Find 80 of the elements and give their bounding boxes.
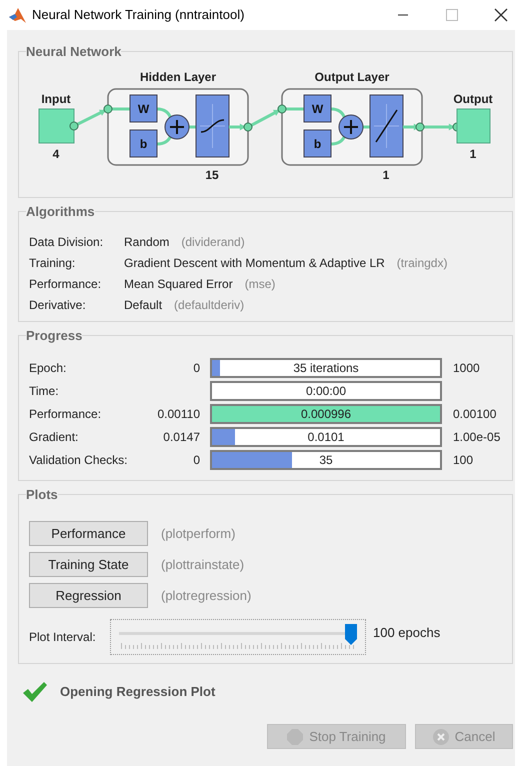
progress-reading: 0:00:00 (306, 383, 346, 400)
checkmark-icon (22, 681, 48, 703)
start-value: 0.00110 (158, 407, 200, 421)
plot-button[interactable]: Training State (29, 552, 148, 577)
group-title: Progress (26, 327, 82, 345)
plot-button[interactable]: Performance (29, 521, 148, 546)
group-title: Algorithms (26, 202, 95, 221)
connector-node (278, 104, 286, 113)
bias-label: b (140, 136, 148, 150)
layer-title: Hidden Layer (140, 70, 216, 84)
status-text: Opening Regression Plot (60, 683, 216, 702)
group-title: Plots (26, 486, 58, 504)
connector-node (244, 122, 252, 131)
input-size: 4 (52, 146, 60, 160)
layer-size: 15 (205, 168, 219, 182)
end-value: 1.00e-05 (453, 429, 500, 446)
bias-block (130, 129, 158, 157)
group-title: Neural Network (26, 43, 122, 61)
arrow (229, 123, 246, 130)
progress-label: Performance: (29, 406, 102, 423)
input-block (38, 108, 74, 143)
layer-size: 1 (382, 168, 390, 182)
algorithm-label: Training: (29, 254, 76, 272)
output-label: Output (453, 92, 493, 106)
algorithm-label: Data Division: (29, 234, 104, 250)
algorithm-function: (traingdx) (396, 254, 448, 272)
arrow (422, 123, 455, 130)
interval-label: Plot Interval: (29, 629, 97, 646)
cancel-icon (432, 728, 449, 744)
progress-reading: 35 (319, 452, 333, 469)
bias-label: b (314, 136, 322, 150)
weight-block (130, 94, 158, 122)
progress-label: Gradient: (29, 429, 80, 446)
output-size: 1 (470, 146, 476, 160)
algorithm-value: Gradient Descent with Momentum & Adaptive LR (124, 254, 385, 272)
progress-reading: 0.0101 (308, 429, 344, 446)
start-value: 0 (193, 361, 200, 375)
weight-label: W (312, 102, 324, 116)
sum-icon (164, 114, 190, 139)
end-value: 0.00100 (453, 406, 496, 423)
weight-block (304, 94, 332, 122)
input-label: Input (41, 92, 71, 106)
plot-button[interactable]: Regression (29, 583, 148, 608)
layer-title: Output Layer (314, 70, 390, 84)
slider-thumb[interactable] (345, 624, 357, 645)
end-value: 100 (453, 452, 474, 469)
algorithm-label: Derivative: (29, 296, 87, 314)
progress-label: Epoch: (29, 360, 68, 377)
connector-node (70, 121, 78, 130)
start-value: 0 (193, 453, 200, 467)
plot-function: (plotperform) (161, 524, 236, 543)
bias-block (304, 129, 332, 157)
sigmoid-curve-icon (196, 94, 230, 157)
algorithm-value: Mean Squared Error (124, 276, 233, 292)
progress-label: Validation Checks: (29, 452, 128, 469)
progress-reading: 35 iterations (293, 360, 359, 377)
algorithm-function: (defaultderiv) (174, 296, 244, 314)
connector-node (104, 104, 112, 113)
output-block (456, 108, 490, 143)
algorithm-function: (dividerand) (181, 234, 245, 250)
end-value: 1000 (453, 360, 480, 377)
sum-icon (338, 114, 364, 139)
interval-reading: 100 epochs (373, 624, 440, 642)
algorithm-function: (mse) (244, 276, 276, 292)
plot-function: (plottrainstate) (161, 556, 244, 574)
weight-label: W (138, 102, 150, 116)
algorithm-label: Performance: (29, 276, 102, 292)
arrow (249, 108, 281, 127)
interval-slider[interactable] (110, 619, 366, 655)
connector-node (416, 122, 424, 131)
algorithm-value: Random (124, 234, 170, 250)
arrow (75, 108, 107, 126)
progress-label: Time: (29, 383, 60, 400)
algorithm-value: Default (124, 296, 162, 314)
window-title: Neural Network Training (nntraintool) (32, 6, 244, 24)
start-value: 0.0147 (163, 430, 200, 444)
app-logo-icon (9, 8, 26, 22)
plot-function: (plotregression) (161, 586, 252, 605)
progress-reading: 0.000996 (300, 406, 352, 423)
close-icon[interactable] (494, 8, 508, 22)
